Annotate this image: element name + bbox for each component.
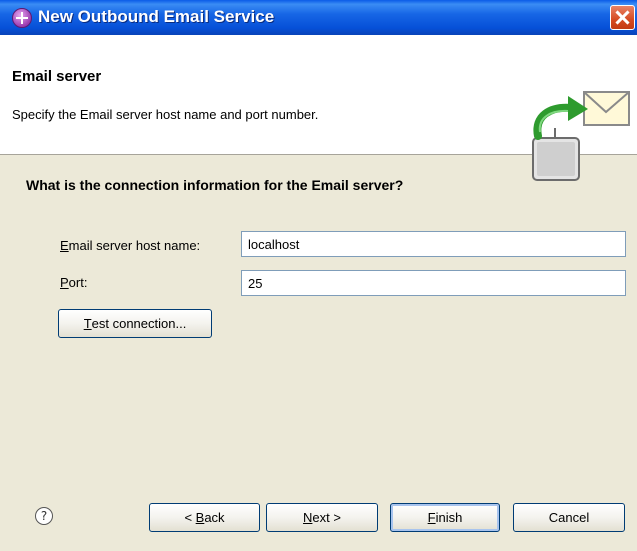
email-service-wizard-icon [532, 91, 630, 181]
back-button[interactable]: < Back [149, 503, 260, 532]
dialog-window: New Outbound Email Service Email server … [0, 0, 637, 551]
page-description: Specify the Email server host name and p… [12, 107, 319, 122]
app-icon [12, 8, 32, 28]
finish-label: inish [435, 510, 463, 525]
wizard-header: Email server Specify the Email server ho… [0, 35, 637, 181]
next-mnemonic: N [303, 510, 313, 525]
next-label: ext > [312, 510, 341, 525]
back-mnemonic: B [195, 510, 205, 525]
help-icon[interactable]: ? [35, 507, 53, 525]
finish-button[interactable]: Finish [390, 503, 500, 532]
host-name-label-text: mail server host name: [68, 238, 201, 253]
cancel-label: Cancel [548, 510, 590, 525]
port-input[interactable] [241, 270, 626, 296]
host-name-label: Email server host name: [60, 238, 200, 253]
window-title: New Outbound Email Service [38, 7, 275, 26]
form-question: What is the connection information for t… [26, 177, 404, 193]
port-label-mnemonic: P [60, 275, 69, 290]
port-label-text: ort: [68, 275, 88, 290]
title-bar[interactable]: New Outbound Email Service [0, 0, 637, 35]
cancel-button[interactable]: Cancel [513, 503, 625, 532]
next-button[interactable]: Next > [266, 503, 378, 532]
host-name-input[interactable] [241, 231, 626, 257]
close-icon[interactable] [610, 5, 635, 30]
test-connection-mnemonic: T [83, 316, 92, 331]
finish-mnemonic: F [427, 510, 436, 525]
page-title: Email server [12, 68, 102, 85]
host-name-label-mnemonic: E [60, 238, 69, 253]
back-prefix: < [184, 510, 196, 525]
test-connection-label: est connection... [91, 316, 187, 331]
test-connection-button[interactable]: Test connection... [58, 309, 212, 338]
back-label: ack [204, 510, 225, 525]
port-label: Port: [60, 275, 87, 290]
